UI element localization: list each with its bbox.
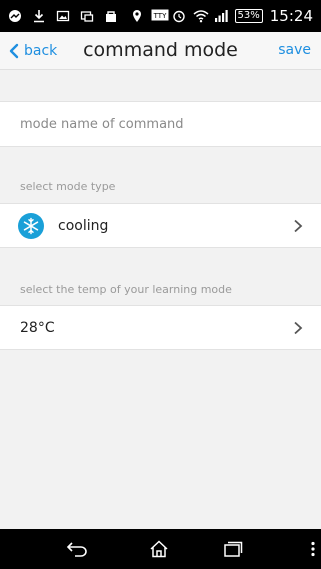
nav-back-button[interactable] [66,539,88,559]
tty-icon: TTY [151,9,169,23]
temp-value: 28°C [20,319,55,336]
more-vertical-icon [311,541,315,557]
mode-type-section-label: select mode type [20,180,116,193]
header-bar: back command mode save [0,32,321,70]
back-arrow-icon [66,542,87,557]
nav-home-button[interactable] [148,539,170,559]
home-icon [150,540,168,558]
mode-name-row [0,101,321,147]
save-button[interactable]: save [278,42,311,58]
alarm-icon [172,9,186,23]
mode-name-input[interactable] [0,102,321,146]
temp-selector[interactable]: 28°C [0,305,321,350]
system-nav-bar [0,529,321,569]
recent-apps-icon [224,541,243,557]
battery-indicator: 53% [234,9,263,23]
page-title: command mode [83,39,238,61]
image-icon [56,9,70,23]
download-icon [32,9,46,23]
nav-recent-apps-button[interactable] [222,539,244,559]
mode-type-selector[interactable]: cooling [0,203,321,248]
mode-type-value: cooling [58,217,109,234]
messenger-icon [8,9,22,23]
svg-text:TTY: TTY [152,12,166,20]
signal-icon [214,9,228,23]
screen-icon [80,9,94,23]
location-icon [130,9,144,23]
chevron-right-icon [294,321,303,334]
temp-section-label: select the temp of your learning mode [20,283,232,296]
chevron-right-icon [294,219,303,232]
status-bar: TTY 53% 15:24 [0,0,321,32]
wifi-icon [193,9,209,23]
snowflake-icon [18,212,44,239]
lock-icon [104,9,118,23]
clock: 15:24 [269,7,313,25]
nav-menu-button[interactable] [302,539,321,559]
